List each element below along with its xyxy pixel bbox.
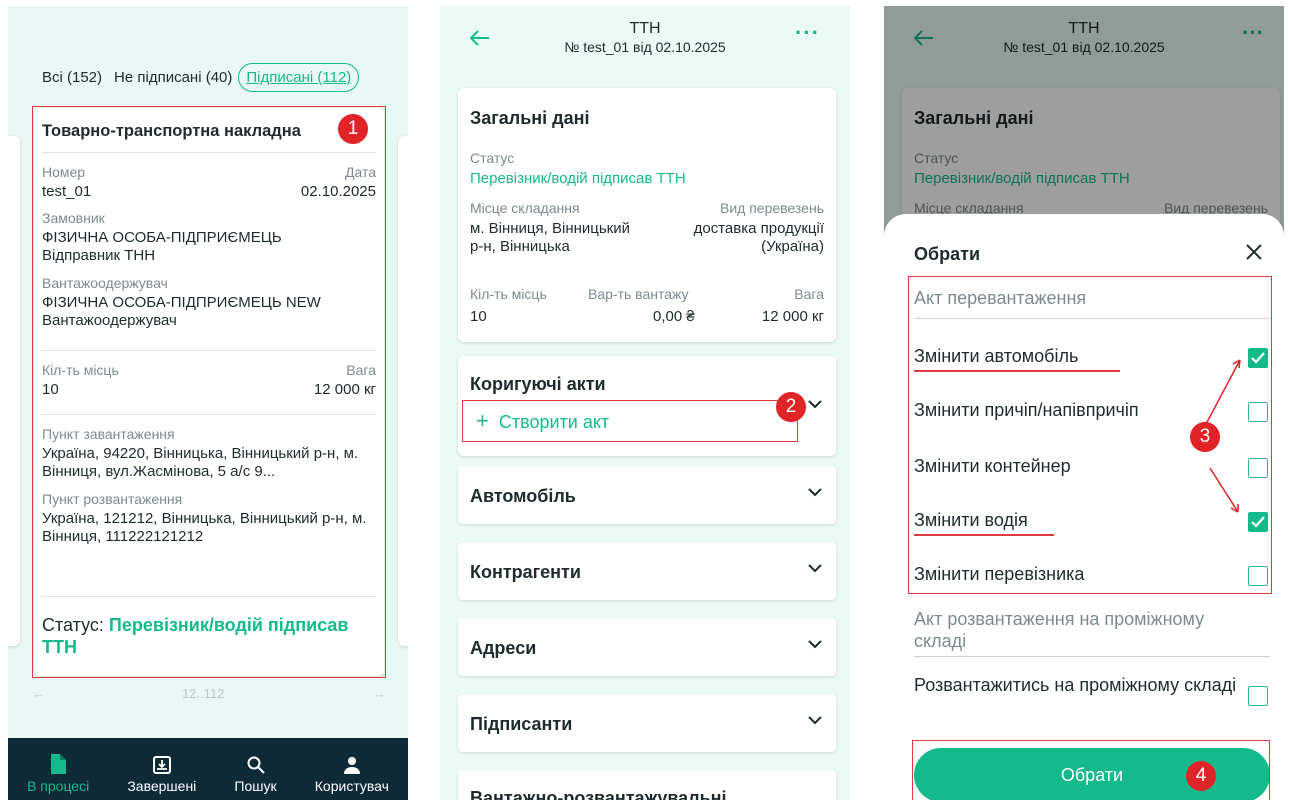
transport-label: Вид перевезень [720, 200, 824, 216]
prev-card-peek[interactable] [8, 136, 20, 646]
ttn-list-screen: Всі (152) Не підписані (40) Підписані (1… [8, 6, 408, 800]
section-title: Адреси [470, 638, 537, 658]
archive-icon [152, 756, 171, 774]
status-label: Статус [470, 150, 515, 166]
tab-all[interactable]: Всі (152) [36, 65, 108, 90]
sheet-title: Обрати [914, 244, 981, 264]
ttn-details-select-screen: ТТН № test_01 від 02.10.2025 ··· Загальн… [884, 6, 1284, 800]
checkbox-unload-intermediate[interactable] [1248, 686, 1268, 706]
tab-unsigned[interactable]: Не підписані (40) [108, 65, 238, 90]
pager: ← 12..112 → [32, 686, 386, 701]
section-title: Контрагенти [470, 562, 581, 582]
chevron-down-icon[interactable] [808, 400, 822, 409]
nav-finished[interactable]: Завершені [127, 756, 196, 794]
section-loading-ops[interactable]: Вантажно-розвантажувальні [458, 770, 836, 800]
place-label: Місце складання [470, 200, 580, 216]
section-signatories[interactable]: Підписанти [458, 694, 836, 752]
pager-next-icon[interactable]: → [373, 686, 386, 701]
ttn-details-screen: ТТН № test_01 від 02.10.2025 ··· Загальн… [440, 6, 850, 800]
nav-user[interactable]: Користувач [315, 756, 389, 794]
select-bottom-sheet: Обрати Акт перевантаження Змінити автомо… [884, 214, 1284, 800]
chevron-down-icon [808, 564, 822, 573]
chevron-down-icon [808, 488, 822, 497]
document-icon [51, 754, 67, 774]
filter-tabs: Всі (152) Не підписані (40) Підписані (1… [36, 63, 360, 92]
general-data-card: Загальні дані Статус Перевізник/водій пі… [458, 88, 836, 342]
chevron-down-icon [808, 716, 822, 725]
header-subtitle: № test_01 від 02.10.2025 [564, 39, 726, 55]
nav-label: Пошук [234, 778, 277, 794]
step-badge-2: 2 [776, 392, 806, 422]
weight-value: 12 000 кг [761, 308, 824, 325]
section-vehicle[interactable]: Автомобіль [458, 466, 836, 524]
option-unload-intermediate[interactable]: Розвантажитись на проміжному складі [914, 674, 1244, 696]
section-title: Підписанти [470, 714, 573, 734]
cargo-value-label: Вар-ть вантажу [588, 286, 689, 302]
highlight-box-4 [912, 740, 1270, 800]
nav-in-progress[interactable]: В процесі [27, 754, 89, 794]
section-title: Вантажно-розвантажувальні [470, 788, 727, 800]
close-icon[interactable] [1246, 244, 1262, 260]
highlight-box-1 [32, 106, 386, 678]
status-value: Перевізник/водій підписав ТТН [470, 170, 686, 187]
nav-label: Користувач [314, 778, 389, 794]
pager-prev-icon[interactable]: ← [32, 686, 45, 701]
pager-label: 12..112 [182, 686, 225, 701]
more-icon[interactable]: ··· [795, 20, 820, 46]
step-badge-1: 1 [338, 114, 368, 144]
bottom-nav: В процесі Завершені Пошук Користувач [8, 738, 408, 800]
step-badge-4: 4 [1186, 761, 1216, 791]
tab-signed[interactable]: Підписані (112) [238, 63, 360, 92]
section-title: Автомобіль [470, 486, 576, 506]
next-card-peek[interactable] [398, 136, 408, 646]
chevron-down-icon [808, 640, 822, 649]
nav-label: Завершені [127, 778, 197, 794]
place-value: м. Вінниця, Вінницький р-н, Вінницька [470, 220, 630, 255]
header-title: ТТН [629, 20, 661, 37]
user-icon [343, 757, 360, 774]
corrective-acts-title: Коригуючі акти [470, 374, 606, 394]
section-addresses[interactable]: Адреси [458, 618, 836, 676]
section-counterparties[interactable]: Контрагенти [458, 542, 836, 600]
places-label: Кіл-ть місць [470, 286, 547, 302]
places-value: 10 [470, 308, 487, 325]
nav-label: В процесі [27, 778, 90, 794]
weight-label: Вага [794, 286, 824, 302]
highlight-box-2 [462, 400, 798, 442]
general-title: Загальні дані [470, 108, 590, 128]
cargo-value: 0,00 ₴ [653, 308, 695, 325]
search-icon [247, 756, 265, 774]
step-badge-3: 3 [1190, 422, 1220, 452]
transport-value: доставка продукції (Україна) [693, 220, 824, 255]
nav-search[interactable]: Пошук [234, 756, 277, 794]
group-intermediate-unload-act: Акт розвантаження на проміжному складі [914, 609, 1205, 651]
